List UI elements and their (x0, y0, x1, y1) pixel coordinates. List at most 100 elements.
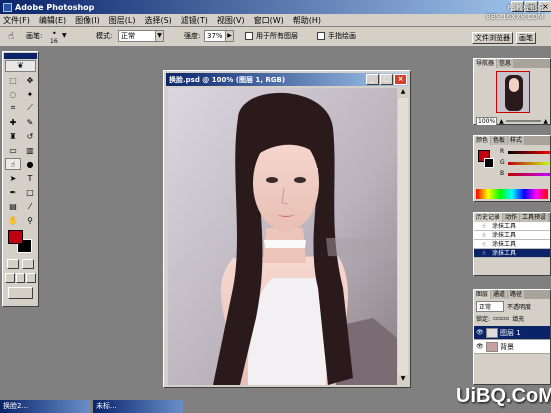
history-item[interactable]: ☝ 涂抹工具 (474, 240, 550, 249)
menu-file[interactable]: 文件(F) (3, 15, 30, 26)
tab-color[interactable]: 颜色 (474, 136, 491, 145)
marquee-tool-icon[interactable]: ⬚ (5, 74, 21, 86)
tab-swatches[interactable]: 色板 (491, 136, 508, 145)
document-title: 换脸.psd @ 100% (图层 1, RGB) (169, 75, 286, 84)
doc-maximize-button[interactable]: □ (380, 74, 393, 85)
history-item[interactable]: ☝ 涂抹工具 (474, 231, 550, 240)
menu-edit[interactable]: 编辑(E) (39, 15, 66, 26)
smudge-tool-active-icon[interactable]: ☝ (5, 158, 21, 170)
feather-logo-icon[interactable]: ❦ (5, 60, 36, 72)
move-tool-icon[interactable]: ✥ (22, 74, 38, 86)
photoshop-icon (3, 2, 12, 12)
mode-select[interactable]: 正常 ▼ (118, 30, 164, 42)
taskbar-item-document-2[interactable]: 未标... (93, 400, 183, 413)
tab-brushes[interactable]: 画笔 (516, 32, 536, 44)
chevron-right-icon: ▶ (225, 31, 233, 41)
screen-mode-standard-icon[interactable] (5, 273, 15, 283)
sample-all-layers-checkbox[interactable] (245, 32, 253, 40)
history-panel: 历史记录 动作 工具预设 ☝ 涂抹工具 ☝ 涂抹工具 ☝ 涂抹工具 ☝ 涂抹工具 (473, 212, 551, 276)
clone-stamp-tool-icon[interactable]: ♜ (5, 130, 21, 142)
watermark-line2: BBS.16XX8.COM (486, 13, 544, 21)
lasso-tool-icon[interactable]: ◌ (5, 88, 21, 100)
lock-icons[interactable]: ▫▫▫▫ (493, 315, 509, 322)
taskbar-item-document-1[interactable]: 换脸2... (0, 400, 90, 413)
strength-input[interactable]: 37% ▶ (204, 30, 234, 42)
crop-tool-icon[interactable]: ⌗ (5, 102, 21, 114)
hand-tool-icon[interactable]: ✋ (5, 214, 21, 226)
menu-view[interactable]: 视图(V) (217, 15, 245, 26)
zoom-slider[interactable] (505, 120, 542, 122)
channel-b-slider[interactable] (508, 173, 550, 176)
document-vertical-scrollbar[interactable]: ▲ ▼ (398, 88, 408, 385)
foreground-color-swatch[interactable] (8, 230, 23, 244)
doc-close-button[interactable]: × (394, 74, 407, 85)
tab-tool-presets[interactable]: 工具预设 (520, 213, 549, 222)
tab-actions[interactable]: 动作 (503, 213, 520, 222)
tab-history[interactable]: 历史记录 (474, 213, 503, 222)
notes-tool-icon[interactable]: ▤ (5, 200, 21, 212)
type-tool-icon[interactable]: T (22, 172, 38, 184)
tab-layers[interactable]: 图层 (474, 290, 491, 299)
channel-r-label: R (500, 148, 505, 155)
history-item[interactable]: ☝ 涂抹工具 (474, 222, 550, 231)
eyedropper-tool-icon[interactable]: ⁄ (22, 200, 38, 212)
tab-channels[interactable]: 通道 (491, 290, 508, 299)
healing-brush-tool-icon[interactable]: ✚ (5, 116, 21, 128)
menu-image[interactable]: 图像(I) (75, 15, 100, 26)
history-brush-tool-icon[interactable]: ↺ (22, 130, 38, 142)
layer-thumbnail (486, 328, 498, 338)
zoom-out-icon[interactable]: ▲ (499, 118, 504, 125)
gradient-tool-icon[interactable]: ▥ (22, 144, 38, 156)
zoom-in-icon[interactable]: ▲ (543, 118, 548, 125)
document-title-bar[interactable]: 换脸.psd @ 100% (图层 1, RGB) _ □ × (166, 73, 408, 86)
layer-row[interactable]: 👁 背景 (474, 340, 550, 354)
color-spectrum-bar[interactable] (476, 189, 548, 199)
menu-help[interactable]: 帮助(H) (293, 15, 321, 26)
blend-mode-select[interactable]: 正常 (476, 300, 504, 312)
tab-navigator[interactable]: 导航器 (474, 59, 497, 68)
slice-tool-icon[interactable]: ⟋ (22, 102, 38, 114)
menu-window[interactable]: 窗口(W) (254, 15, 284, 26)
menu-layer[interactable]: 图层(L) (109, 15, 136, 26)
tab-file-browser[interactable]: 文件浏览器 (472, 32, 513, 44)
strength-label: 强度: (184, 32, 201, 40)
mode-label: 模式: (96, 32, 113, 40)
eraser-tool-icon[interactable]: ▭ (5, 144, 21, 156)
channel-g-slider[interactable] (508, 162, 550, 165)
menu-select[interactable]: 选择(S) (144, 15, 171, 26)
color-bg-swatch[interactable] (484, 158, 494, 168)
brush-preview-icon[interactable]: • (52, 29, 57, 38)
pen-tool-icon[interactable]: ✒ (5, 186, 21, 198)
history-item-active[interactable]: ☝ 涂抹工具 (474, 249, 550, 258)
dodge-tool-icon[interactable]: ● (22, 158, 38, 170)
path-selection-tool-icon[interactable]: ➤ (5, 172, 21, 184)
scroll-down-icon[interactable]: ▼ (398, 375, 408, 385)
navigator-thumbnail[interactable] (496, 71, 530, 113)
eye-icon[interactable]: 👁 (476, 340, 484, 354)
jump-to-imageready-icon[interactable] (8, 287, 33, 299)
brush-picker-arrow-icon[interactable]: ▼ (62, 32, 67, 39)
channel-b-label: B (500, 170, 505, 177)
finger-painting-checkbox[interactable] (317, 32, 325, 40)
shape-tool-icon[interactable]: □ (22, 186, 38, 198)
menu-filter[interactable]: 滤镜(T) (181, 15, 208, 26)
channel-r-slider[interactable] (508, 151, 550, 154)
scroll-up-icon[interactable]: ▲ (398, 88, 408, 98)
layer-row-active[interactable]: 👁 图层 1 (474, 326, 550, 340)
eye-icon[interactable]: 👁 (476, 326, 484, 340)
smudge-tool-icon[interactable]: ☝ (8, 31, 14, 42)
standard-mode-icon[interactable] (7, 259, 19, 269)
zoom-tool-icon[interactable]: ⚲ (22, 214, 38, 226)
tool-options-bar: ☝ 画笔: • 16 ▼ 模式: 正常 ▼ 强度: 37% ▶ 用于所有图层 手… (0, 27, 551, 47)
screen-mode-full-icon[interactable] (26, 273, 37, 283)
tab-styles[interactable]: 样式 (508, 136, 525, 145)
canvas-image[interactable] (168, 88, 397, 385)
quick-mask-mode-icon[interactable] (22, 259, 34, 269)
tab-info[interactable]: 信息 (497, 59, 514, 68)
navigator-zoom[interactable]: 100% (476, 116, 498, 126)
magic-wand-tool-icon[interactable]: ✦ (22, 88, 38, 100)
doc-minimize-button[interactable]: _ (366, 74, 379, 85)
screen-mode-full-menu-icon[interactable] (15, 273, 26, 283)
tab-paths[interactable]: 路径 (508, 290, 525, 299)
brush-tool-icon[interactable]: ✎ (22, 116, 38, 128)
